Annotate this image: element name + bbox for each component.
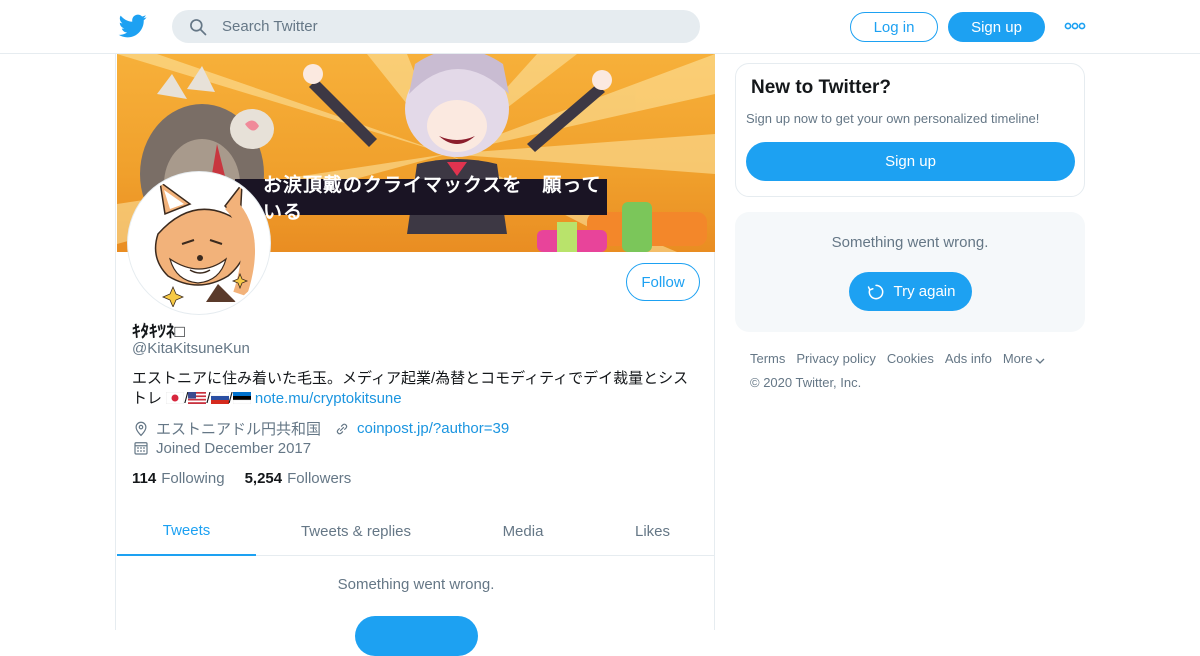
- usa-flag-icon: [188, 392, 207, 404]
- russia-flag-icon: [210, 392, 229, 404]
- twitter-bird-icon[interactable]: [118, 12, 148, 40]
- sidebar-try-again-button[interactable]: Try again: [849, 272, 972, 311]
- footer-link-ads-info[interactable]: Ads info: [945, 351, 992, 366]
- estonia-flag-icon: [232, 392, 251, 404]
- tab-media[interactable]: Media: [456, 506, 590, 556]
- chevron-down-icon: [1035, 358, 1045, 364]
- tab-likes[interactable]: Likes: [590, 506, 715, 556]
- location-text: エストニアドル円共和国: [156, 421, 322, 438]
- follow-stats: 114 Following 5,254 Followers: [132, 470, 351, 487]
- website-link[interactable]: coinpost.jp/?author=39: [357, 420, 509, 437]
- copyright: © 2020 Twitter, Inc.: [750, 375, 862, 390]
- tab-tweets[interactable]: Tweets: [117, 506, 256, 556]
- following-label: Following: [161, 470, 225, 487]
- followers-count: 5,254: [244, 470, 283, 487]
- sidebar-signup-button[interactable]: Sign up: [746, 142, 1075, 181]
- japan-flag-icon: [166, 392, 185, 404]
- timeline-try-again-button[interactable]: [355, 616, 478, 656]
- footer-link-privacy[interactable]: Privacy policy: [796, 351, 875, 366]
- new-to-twitter-card: New to Twitter? Sign up now to get your …: [735, 63, 1085, 197]
- followers-stat[interactable]: 5,254 Followers: [245, 470, 352, 487]
- handle[interactable]: @KitaKitsuneKun: [132, 340, 250, 357]
- following-count: 114: [132, 470, 157, 487]
- timeline-error-message: Something went wrong.: [337, 576, 495, 593]
- footer-link-more: More: [1002, 351, 1033, 366]
- tab-tweets-and-replies[interactable]: Tweets & replies: [256, 506, 456, 556]
- login-button[interactable]: Log in: [850, 12, 938, 42]
- following-stat[interactable]: 114 Following: [132, 470, 225, 487]
- bio-link[interactable]: note.mu/cryptokitsune: [255, 390, 402, 407]
- signup-button[interactable]: Sign up: [948, 12, 1045, 42]
- new-to-twitter-subtitle: Sign up now to get your own personalized…: [746, 111, 1040, 126]
- sidebar-error-message: Something went wrong.: [831, 234, 989, 251]
- search-icon: [190, 18, 207, 35]
- calendar-icon: [134, 442, 148, 455]
- followers-label: Followers: [287, 470, 352, 487]
- display-name: ｷﾀｷﾂﾈ□: [132, 322, 185, 341]
- link-icon: [336, 423, 348, 434]
- refresh-icon: [867, 284, 883, 299]
- banner-caption: お涙頂戴のクライマックスを 願っている: [235, 175, 607, 223]
- top-navigation-bar: Log in Sign up: [0, 0, 1200, 54]
- footer: Terms Privacy policy Cookies Ads info Mo…: [750, 351, 1090, 390]
- location-pin-icon: [135, 421, 147, 436]
- new-to-twitter-title: New to Twitter?: [751, 77, 892, 98]
- profile-column: お涙頂戴のクライマックスを 願っている Follow ｷﾀｷﾂﾈ□ @KitaK…: [115, 54, 715, 656]
- footer-more-menu[interactable]: More: [1003, 351, 1047, 366]
- search-input[interactable]: [222, 18, 662, 35]
- joined-text: Joined December 2017: [156, 439, 312, 457]
- bio: エストニアに住み着いた毛玉。メディア起業/為替とコモディティでデイ裁量とシストレ…: [132, 369, 702, 409]
- avatar[interactable]: [128, 172, 270, 314]
- sidebar-error-card: Something went wrong. Try again: [735, 212, 1085, 332]
- joined-date: Joined December 2017: [132, 439, 311, 457]
- footer-links: Terms Privacy policy Cookies Ads info Mo…: [750, 351, 1090, 366]
- fox-avatar-illustration: [130, 174, 268, 312]
- profile-tabs: Tweets Tweets & replies Media Likes: [117, 506, 715, 556]
- try-again-label: Try again: [893, 283, 956, 300]
- footer-link-cookies[interactable]: Cookies: [887, 351, 934, 366]
- follow-button[interactable]: Follow: [626, 263, 700, 301]
- footer-link-terms[interactable]: Terms: [750, 351, 785, 366]
- more-dots-icon[interactable]: [1064, 18, 1086, 34]
- search-bar[interactable]: [172, 10, 700, 43]
- location-and-website: エストニアドル円共和国 coinpost.jp/?author=39: [132, 418, 509, 439]
